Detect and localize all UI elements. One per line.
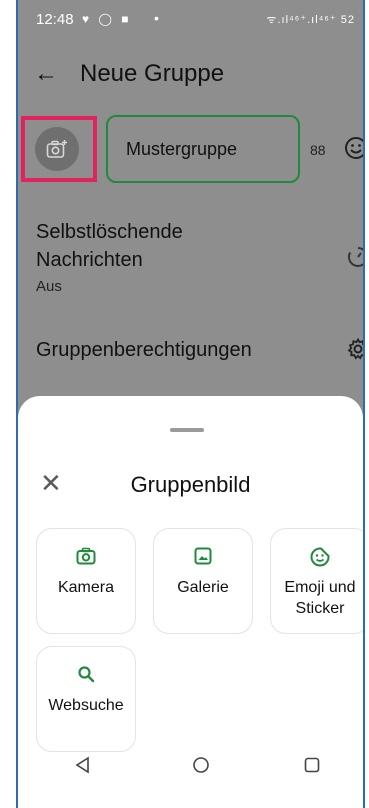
group-info-row: Mustergruppe 88 — [18, 112, 363, 192]
arrow-left-icon[interactable]: ← — [34, 60, 58, 88]
option-label: Galerie — [177, 579, 229, 596]
setting-disappearing-messages[interactable]: Selbstlöschende Nachrichten Aus — [18, 214, 363, 304]
group-avatar-button[interactable] — [35, 127, 79, 171]
nav-recents-icon[interactable] — [303, 756, 321, 779]
status-time: 12:48 — [36, 11, 74, 28]
char-counter: 88 — [310, 142, 326, 158]
option-camera[interactable]: Kamera — [36, 528, 136, 634]
status-notification-icons: ♥ ◯ ■ — [82, 12, 132, 26]
dimmed-background: 12:48 ♥ ◯ ■ • ᯤ.ıl⁴⁶⁺.ıl⁴⁶⁺ 52 ← Neue Gr… — [18, 0, 363, 424]
smiley-icon[interactable] — [344, 136, 363, 165]
camera-icon — [37, 547, 135, 565]
setting-group-permissions[interactable]: Gruppenberechtigungen — [18, 326, 363, 376]
app-bar: ← Neue Gruppe — [18, 46, 363, 102]
gallery-icon — [154, 547, 252, 565]
option-emoji-sticker[interactable]: Emoji und Sticker — [270, 528, 363, 634]
camera-add-icon — [46, 140, 67, 158]
status-signal-battery: ᯤ.ıl⁴⁶⁺.ıl⁴⁶⁺ 52 — [266, 14, 355, 26]
option-label: Emoji und Sticker — [284, 579, 356, 617]
drag-handle[interactable] — [170, 428, 204, 432]
option-label: Websuche — [48, 697, 124, 714]
status-bar: 12:48 ♥ ◯ ■ • ᯤ.ıl⁴⁶⁺.ıl⁴⁶⁺ 52 — [18, 0, 363, 38]
gear-icon — [347, 337, 363, 365]
status-dot: • — [154, 10, 159, 26]
timer-icon — [347, 246, 363, 273]
setting-title: Gruppenberechtigungen — [36, 339, 252, 361]
nav-home-icon[interactable] — [192, 756, 210, 779]
group-name-input[interactable]: Mustergruppe — [106, 115, 300, 183]
phone-frame: 12:48 ♥ ◯ ■ • ᯤ.ıl⁴⁶⁺.ıl⁴⁶⁺ 52 ← Neue Gr… — [16, 0, 365, 808]
sheet-title: Gruppenbild — [130, 472, 251, 497]
option-gallery[interactable]: Galerie — [153, 528, 253, 634]
page-title: Neue Gruppe — [80, 60, 225, 87]
sticker-icon — [271, 547, 363, 567]
nav-back-icon[interactable] — [74, 756, 92, 779]
setting-title: Selbstlöschende Nachrichten — [36, 221, 183, 271]
search-icon — [37, 665, 135, 683]
option-label: Kamera — [57, 579, 115, 596]
setting-subtitle: Aus — [36, 278, 62, 295]
system-navigation-bar — [18, 736, 363, 796]
